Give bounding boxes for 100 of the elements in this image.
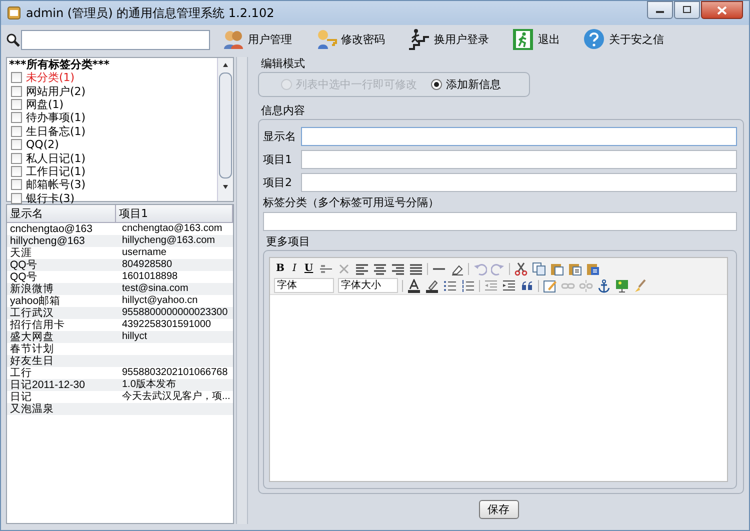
table-cell-text: 招行信用卡 xyxy=(9,319,66,331)
highlight-color-icon[interactable] xyxy=(425,278,439,292)
table-cell-text: 又泡温泉 xyxy=(9,403,55,415)
font-size-dropdown[interactable]: 字体大小 xyxy=(338,278,398,293)
tag-label[interactable]: 工作日记(1) xyxy=(26,164,86,178)
numbered-list-icon[interactable] xyxy=(461,278,475,292)
format-button[interactable]: U xyxy=(302,263,316,274)
checkbox[interactable] xyxy=(11,72,22,84)
group-label: 编辑模式 xyxy=(260,57,306,71)
app-icon xyxy=(7,6,21,20)
field-label: 标签分类（多个标签可用逗号分隔） xyxy=(263,196,440,210)
table-cell-text: 1601018898 xyxy=(121,271,179,283)
checkbox[interactable] xyxy=(11,126,22,137)
paste-text-icon[interactable] xyxy=(568,262,582,276)
search-field[interactable] xyxy=(21,30,210,50)
quote-icon[interactable] xyxy=(520,278,534,292)
table-cell-text: 日记2011-12-30 xyxy=(9,379,86,391)
paste-document-icon[interactable] xyxy=(586,262,600,276)
table-cell-text: QQ号 xyxy=(9,271,38,283)
paste-icon[interactable] xyxy=(550,262,564,276)
bulleted-list-icon[interactable] xyxy=(443,278,457,292)
text-color-icon[interactable] xyxy=(407,278,421,292)
tag-label[interactable]: QQ(2) xyxy=(26,138,59,152)
checkbox[interactable] xyxy=(11,179,22,190)
table-cell-text: hillycheng@163 xyxy=(9,235,86,247)
edit-icon[interactable] xyxy=(543,278,557,292)
table-cell-text: 9558800000000023300 xyxy=(121,307,229,319)
format-button[interactable]: I xyxy=(290,263,298,274)
toolbar-button[interactable]: 用户管理 xyxy=(222,28,300,51)
brush-icon[interactable] xyxy=(633,278,647,292)
table-cell-text: 工行 xyxy=(9,367,33,379)
close-icon xyxy=(717,6,727,14)
field-label: 项目1 xyxy=(263,152,293,167)
checkbox[interactable] xyxy=(11,86,22,97)
copy-icon[interactable] xyxy=(532,262,546,276)
field-label: 显示名 xyxy=(263,129,297,144)
exit-door-icon xyxy=(512,28,534,51)
toolbar-button[interactable]: 退出 xyxy=(512,28,568,51)
image-icon[interactable] xyxy=(615,278,629,292)
table-cell-text: 工行武汉 xyxy=(9,307,54,319)
table-cell-text: hillycheng@163.com xyxy=(121,235,216,247)
table-cell-text: 804928580 xyxy=(121,259,174,271)
close-button[interactable] xyxy=(701,1,743,19)
table-cell-text: 今天去武汉见客户，项... xyxy=(121,391,232,403)
maximize-icon xyxy=(682,6,692,14)
table-cell-text: yahoo邮箱 xyxy=(9,295,62,307)
minimize-button[interactable] xyxy=(647,1,673,19)
font-dropdown[interactable]: 字体 xyxy=(274,278,334,293)
tag-label[interactable]: 私人日记(1) xyxy=(26,152,86,165)
group-label: 信息内容 xyxy=(260,104,306,118)
group-label: 更多项目 xyxy=(265,235,311,249)
tag-label[interactable]: 生日备忘(1) xyxy=(26,124,86,138)
table-cell-text: 日记 xyxy=(9,391,33,403)
checkbox[interactable] xyxy=(11,139,22,150)
table-cell-text: 春节计划 xyxy=(9,343,55,355)
tag-label[interactable]: 网站用户(2) xyxy=(26,84,86,98)
checkbox[interactable] xyxy=(11,98,22,110)
window-title: admin (管理员) 的通用信息管理系统 1.2.102 xyxy=(26,4,274,22)
format-button[interactable]: B xyxy=(274,263,286,274)
align-right-icon[interactable] xyxy=(391,262,406,276)
indent-icon[interactable] xyxy=(502,278,516,292)
tags-input-field[interactable] xyxy=(263,212,737,231)
table-cell-text: username xyxy=(121,247,168,259)
tag-label[interactable]: 未分类(1) xyxy=(26,71,75,84)
checkbox[interactable] xyxy=(11,166,22,177)
table-cell-text: 盛大网盘 xyxy=(9,331,55,343)
text-input-field[interactable] xyxy=(301,150,737,169)
save-button[interactable]: 保存 xyxy=(478,500,518,518)
table-cell-text: cnchengtao@163.com xyxy=(121,223,224,235)
text-input-field[interactable] xyxy=(301,173,737,192)
align-center-icon[interactable] xyxy=(373,262,388,276)
help-icon xyxy=(583,28,605,51)
scissors-icon[interactable] xyxy=(514,262,528,276)
text-input-field[interactable] xyxy=(301,127,737,146)
checkbox[interactable] xyxy=(11,112,22,124)
tag-label[interactable]: 邮箱帐号(3) xyxy=(26,178,86,192)
maximize-button[interactable] xyxy=(674,1,700,19)
checkbox[interactable] xyxy=(11,192,22,204)
toolbar-button[interactable]: 关于安之信 xyxy=(583,28,672,51)
align-justify-icon[interactable] xyxy=(409,262,424,276)
toolbar-button[interactable]: 修改密码 xyxy=(315,28,393,51)
column-header[interactable]: 显示名 xyxy=(7,205,116,222)
table-cell-text: QQ号 xyxy=(9,259,38,271)
align-left-icon[interactable] xyxy=(355,262,370,276)
toolbar-button[interactable]: 换用户登录 xyxy=(408,28,497,51)
column-header[interactable]: 项目1 xyxy=(116,205,233,222)
table-cell-text: 1.0版本发布 xyxy=(121,379,177,390)
person-key-icon xyxy=(315,28,337,51)
tag-label[interactable]: 待办事项(1) xyxy=(26,111,86,124)
radio-option[interactable]: 添加新信息 xyxy=(431,77,501,92)
splitter-handle[interactable] xyxy=(236,57,248,524)
tag-label[interactable]: 网盘(1) xyxy=(26,98,64,111)
table-cell-text: 9558803202101066768 xyxy=(121,367,229,378)
anchor-icon[interactable] xyxy=(597,278,611,292)
checkbox[interactable] xyxy=(11,152,22,164)
tag-label[interactable]: 银行卡(3) xyxy=(26,192,75,205)
table-cell-text: hillyct xyxy=(121,331,148,343)
scrollbar[interactable] xyxy=(217,58,233,201)
table-cell-text: cnchengtao@163 xyxy=(9,223,94,235)
table-cell-text: test@sina.com xyxy=(121,283,190,295)
